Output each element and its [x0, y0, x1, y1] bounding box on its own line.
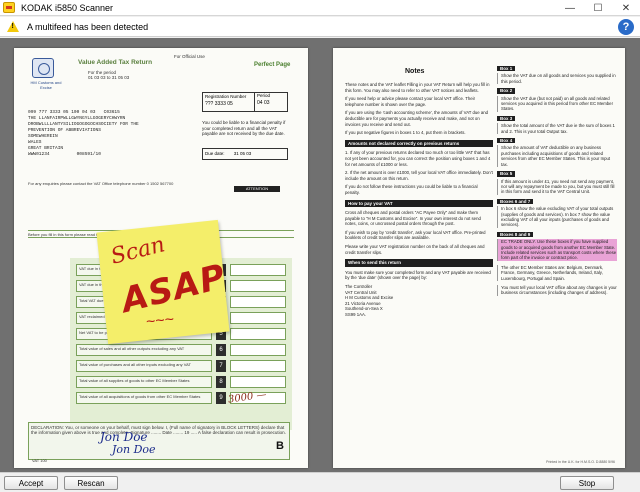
title-bar: KODAK i5850 Scanner — ☐ ✕ — [0, 0, 640, 16]
minimize-button[interactable]: — — [556, 0, 584, 16]
value-field — [230, 376, 286, 388]
period-label: Period — [257, 93, 271, 98]
notes-paragraph: If you wish to pay by 'credit transfer',… — [345, 229, 486, 241]
box-heading: Box 2 — [497, 88, 516, 94]
notes-paragraph: You must make sure your completed form a… — [345, 269, 491, 281]
section-heading: Amounts not declared correctly on previo… — [345, 139, 493, 148]
box-heading: Box 4 — [497, 138, 516, 144]
declaration-box: DECLARATION: You, or someone on your beh… — [28, 422, 290, 460]
notes-paragraph: If you are using the 'cash accounting sc… — [345, 110, 489, 127]
scanner-app-icon — [3, 2, 15, 13]
notes-paragraph: If you put negative figures in boxes 1 t… — [345, 130, 466, 136]
attention-label: ATTENTION — [234, 186, 280, 192]
scanned-page-back[interactable]: Notes These notes and the VAT leaflet Fi… — [333, 48, 625, 468]
due-date-box: Due date: 31 05 03 — [202, 148, 288, 160]
notes-paragraph: The Controller VAT Central Unit H M Cust… — [345, 284, 394, 317]
notes-column: These notes and the VAT leaflet Filling … — [345, 82, 493, 321]
alert-message: A multifeed has been detected — [27, 21, 149, 32]
crown-crest-icon — [32, 58, 54, 78]
box-text: In box 6 show the value excluding VAT of… — [497, 206, 617, 228]
box-heading: Box 1 — [497, 66, 516, 72]
scan-viewer: HM Customs and Excise Value Added Tax Re… — [0, 38, 640, 472]
penalty-notice: You could be liable to a financial penal… — [202, 120, 286, 136]
section-heading: When to send this return — [345, 259, 493, 267]
box-text: Show the total amount of the VAT due ie … — [497, 123, 617, 135]
box-text: You must tell your local VAT office abou… — [497, 285, 617, 296]
close-button[interactable]: ✕ — [612, 0, 640, 16]
table-row: Total value of sales and all other outpu… — [76, 344, 212, 356]
value-field — [230, 328, 286, 340]
box-text: Show the amount of VAT deductible on any… — [497, 145, 617, 168]
box-text-highlighted: EC TRADE ONLY. Use these boxes if you ha… — [497, 239, 617, 261]
alert-bar: ! A multifeed has been detected ? — [0, 17, 640, 37]
stop-button[interactable]: Stop — [560, 476, 614, 490]
hmce-label: HM Customs and Excise — [30, 80, 62, 90]
box-text: Show the VAT due on all goods and servic… — [497, 73, 617, 85]
telephone-line: For any enquiries please contact the VAT… — [28, 181, 174, 186]
notes-paragraph: 2. If the net amount is over £1000, tell… — [345, 170, 493, 181]
notes-paragraph: 1. If any of your previous returns decla… — [345, 150, 491, 167]
box-number: 8 — [216, 376, 226, 388]
box-notes-column: Box 1 Show the VAT due on all goods and … — [497, 62, 617, 296]
sticky-note-squiggle: ~~~ — [145, 311, 175, 331]
box-text: The other EC Member States are: Belgium,… — [497, 264, 617, 281]
period-box: Period 04 03 — [254, 92, 284, 112]
box-number: 6 — [216, 344, 226, 356]
period-dates: 01 03 03 to 31 05 03 — [88, 75, 130, 80]
due-value: 31 05 03 — [233, 151, 252, 156]
perfect-page-logo: Perfect Page — [254, 62, 291, 68]
due-label: Due date: — [205, 151, 225, 156]
section-heading: How to pay your VAT — [345, 199, 493, 208]
box-heading: Box 5 — [497, 171, 516, 177]
value-field — [230, 296, 286, 308]
warning-icon: ! — [7, 21, 19, 32]
rescan-button[interactable]: Rescan — [64, 476, 118, 490]
value-field — [230, 312, 286, 324]
form-id: VAT 100 — [32, 458, 47, 463]
notes-paragraph: If you do not follow these instructions … — [345, 184, 478, 195]
window-title: KODAK i5850 Scanner — [21, 2, 114, 13]
scanned-page-front[interactable]: HM Customs and Excise Value Added Tax Re… — [14, 48, 308, 468]
box-heading: Box 3 — [497, 115, 516, 122]
for-period-label: For the period 01 03 03 to 31 05 03 — [88, 70, 130, 80]
notes-title: Notes — [405, 68, 425, 75]
maximize-button[interactable]: ☐ — [584, 0, 612, 16]
handwritten-name: Jon Doe — [100, 430, 148, 444]
sticky-note: Scan ASAP ~~~ — [96, 219, 231, 345]
box-heading: Boxes 8 and 9 — [497, 231, 534, 238]
table-row: Total value of all acquisitions of goods… — [76, 392, 212, 404]
section-letter: B — [276, 440, 284, 452]
box-text: Show the VAT due (but not paid) on all g… — [497, 95, 617, 112]
help-icon[interactable]: ? — [618, 19, 634, 35]
box-number: 7 — [216, 360, 226, 372]
box-number: 9 — [216, 392, 226, 404]
form-title: Value Added Tax Return — [78, 59, 153, 66]
notes-paragraph: If you need help or advice please contac… — [345, 96, 476, 107]
handwritten-signature: Jon Doe — [112, 443, 156, 456]
table-row: Total value of purchases and all other i… — [76, 360, 212, 372]
box-heading: Boxes 6 and 7 — [497, 198, 534, 205]
taxpayer-address: 099 777 3333 05 100 04 03 C03615 THE LLA… — [28, 110, 139, 157]
table-row: Total value of all supplies of goods to … — [76, 376, 212, 388]
sticky-note-line1: Scan — [108, 232, 168, 270]
value-field — [230, 344, 286, 356]
box-text: If this amount is under £1, you need not… — [497, 178, 617, 195]
value-field — [230, 264, 286, 276]
notes-paragraph: Please write your VAT registration numbe… — [345, 244, 485, 255]
period-value: 04 03 — [257, 100, 270, 106]
print-footer: Printed in the U.K. for H.M.S.O. D.8880 … — [546, 460, 615, 464]
notes-paragraph: These notes and the VAT leaflet Filling … — [345, 82, 490, 93]
value-field — [230, 360, 286, 372]
bottom-bar: Accept Rescan Stop — [0, 472, 640, 492]
official-use-label: For Official Use — [174, 54, 205, 59]
notes-paragraph: Cross all cheques and postal orders "AC … — [345, 210, 481, 227]
sticky-note-line2: ASAP — [117, 256, 231, 322]
accept-button[interactable]: Accept — [4, 476, 58, 490]
value-field — [230, 280, 286, 292]
